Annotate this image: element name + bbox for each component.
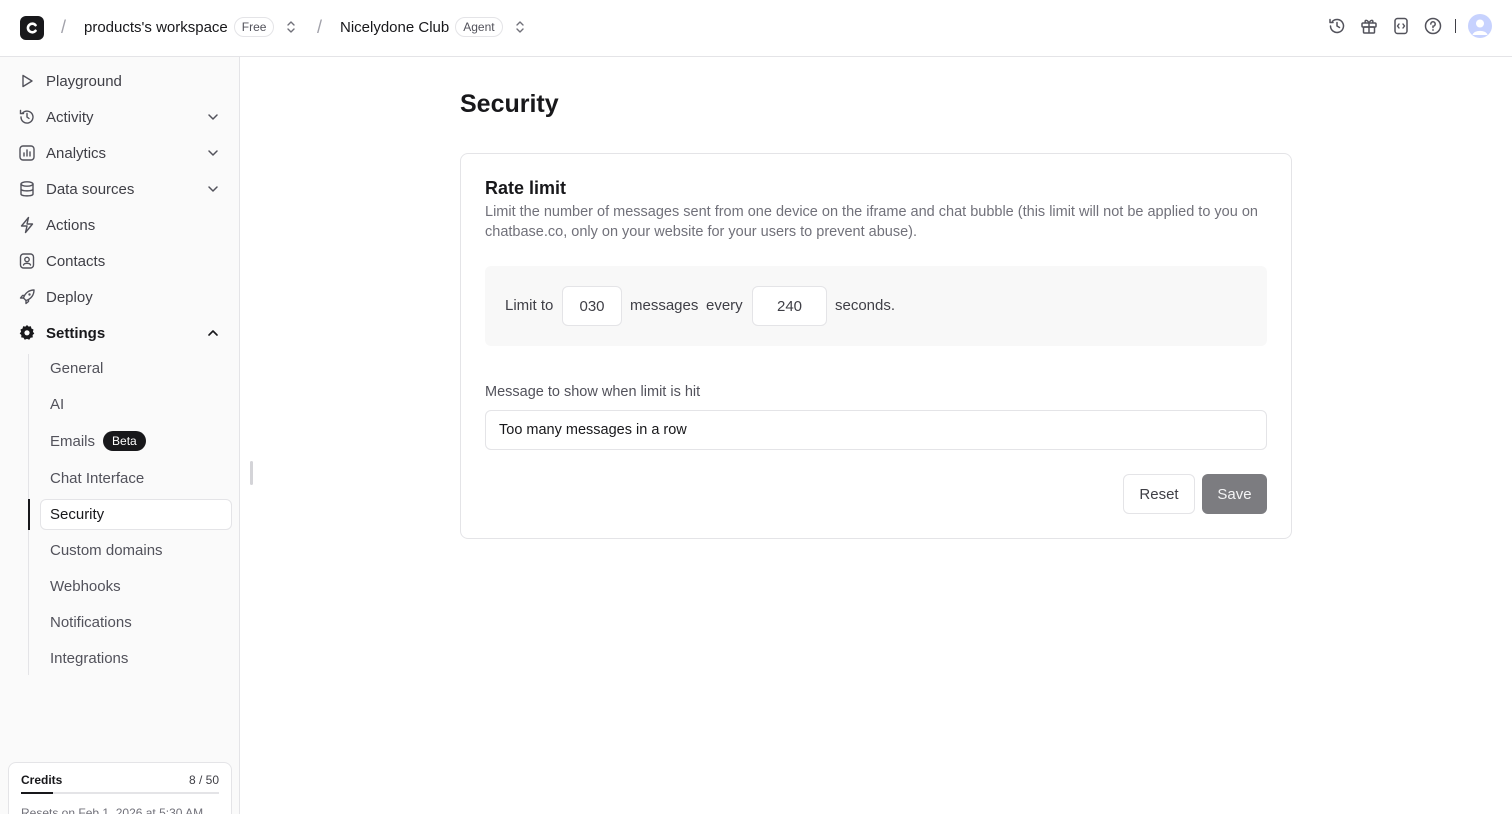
- settings-item-general[interactable]: General: [50, 355, 103, 381]
- credits-label: Credits: [21, 773, 63, 787]
- settings-item-label: Emails: [50, 432, 96, 450]
- breadcrumb-separator: /: [317, 17, 323, 37]
- sidebar-item-data-sources[interactable]: Data sources: [18, 175, 222, 203]
- chart-icon: [18, 144, 36, 162]
- rate-limit-description: Limit the number of messages sent from o…: [485, 204, 1258, 240]
- credits-progress-track: [21, 792, 219, 794]
- changelog-icon[interactable]: [1327, 16, 1347, 36]
- sidebar-item-settings[interactable]: Settings: [18, 319, 222, 347]
- gift-icon[interactable]: [1359, 16, 1379, 36]
- sidebar-item-label: Contacts: [46, 252, 106, 270]
- toolbar-divider: [1455, 19, 1456, 33]
- plan-badge: Free: [233, 17, 275, 37]
- reset-button[interactable]: Reset: [1123, 474, 1195, 514]
- workspace-switcher[interactable]: products's workspace Free: [84, 17, 298, 37]
- chevron-up-down-icon: [513, 17, 527, 37]
- user-icon: [1472, 19, 1488, 35]
- credits-progress-fill: [21, 792, 53, 794]
- sidebar-item-playground[interactable]: Playground: [18, 67, 222, 95]
- agent-name: Nicelydone Club: [340, 18, 450, 36]
- chevron-down-icon: [208, 150, 218, 156]
- seconds-label: seconds.: [835, 297, 896, 314]
- sidebar-item-label: Actions: [46, 216, 96, 234]
- sidebar-item-label: Activity: [46, 108, 94, 126]
- chevron-down-icon: [208, 186, 218, 192]
- user-avatar[interactable]: [1468, 14, 1492, 38]
- settings-item-custom-domains[interactable]: Custom domains: [50, 537, 163, 563]
- help-icon[interactable]: [1423, 16, 1443, 36]
- rate-limit-title: Rate limit: [485, 178, 567, 198]
- limit-message-label: Message to show when limit is hit: [485, 384, 701, 400]
- sidebar: Playground Activity Analytics Data sourc…: [0, 57, 240, 814]
- agent-badge: Agent: [455, 17, 503, 37]
- chevron-up-down-icon: [284, 17, 298, 37]
- sidebar-item-label: Deploy: [46, 288, 93, 306]
- logo[interactable]: [20, 16, 44, 40]
- sidebar-item-deploy[interactable]: Deploy: [18, 283, 222, 311]
- credits-reset-text: Resets on Feb 1, 2026 at 5:30 AM: [21, 806, 204, 814]
- messages-count-input[interactable]: 030: [562, 286, 622, 326]
- sidebar-item-label: Playground: [46, 72, 122, 90]
- docs-icon[interactable]: [1391, 16, 1411, 36]
- contact-icon: [18, 252, 36, 270]
- rate-limit-card: Rate limit Limit the number of messages …: [460, 153, 1292, 539]
- workspace-name: products's workspace: [84, 18, 228, 36]
- chevron-down-icon: [208, 114, 218, 120]
- settings-item-notifications[interactable]: Notifications: [50, 609, 132, 635]
- settings-item-chat-interface[interactable]: Chat Interface: [50, 465, 144, 491]
- sidebar-item-contacts[interactable]: Contacts: [18, 247, 222, 275]
- sidebar-item-label: Data sources: [46, 180, 135, 198]
- breadcrumb-separator: /: [61, 17, 67, 37]
- settings-item-ai[interactable]: AI: [50, 391, 64, 417]
- active-item-indicator: [28, 499, 30, 530]
- sidebar-item-label: Settings: [46, 324, 106, 342]
- rocket-icon: [18, 288, 36, 306]
- settings-item-webhooks[interactable]: Webhooks: [50, 573, 121, 599]
- bolt-icon: [18, 216, 36, 234]
- top-bar: / products's workspace Free / Nicelydone…: [0, 0, 1512, 57]
- play-icon: [18, 72, 36, 90]
- settings-item-security[interactable]: Security: [50, 501, 104, 527]
- every-label: every: [706, 297, 743, 314]
- top-actions: [1327, 14, 1492, 38]
- database-icon: [18, 180, 36, 198]
- settings-item-integrations[interactable]: Integrations: [50, 645, 128, 671]
- sidebar-item-activity[interactable]: Activity: [18, 103, 222, 131]
- beta-badge: Beta: [103, 431, 146, 451]
- settings-item-emails[interactable]: Emails Beta: [50, 428, 146, 454]
- limit-message-input[interactable]: Too many messages in a row: [485, 410, 1267, 450]
- agent-switcher[interactable]: Nicelydone Club Agent: [340, 17, 527, 37]
- sidebar-resize-handle[interactable]: [250, 461, 253, 485]
- limit-to-label: Limit to: [505, 297, 554, 314]
- sidebar-item-actions[interactable]: Actions: [18, 211, 222, 239]
- chatbase-logo-icon: [26, 22, 37, 34]
- page-title: Security: [460, 90, 559, 118]
- seconds-input[interactable]: 240: [752, 286, 827, 326]
- history-icon: [18, 108, 36, 126]
- credits-panel: Credits 8 / 50 Resets on Feb 1, 2026 at …: [8, 762, 232, 814]
- credits-count: 8 / 50: [188, 773, 219, 787]
- rate-limit-config: Limit to 030 messages every 240 seconds.: [485, 266, 1267, 346]
- save-button[interactable]: Save: [1202, 474, 1267, 514]
- gear-icon: [18, 324, 36, 342]
- chevron-up-icon: [208, 330, 218, 336]
- sidebar-item-label: Analytics: [46, 144, 107, 162]
- messages-label: messages: [630, 297, 699, 314]
- sidebar-item-analytics[interactable]: Analytics: [18, 139, 222, 167]
